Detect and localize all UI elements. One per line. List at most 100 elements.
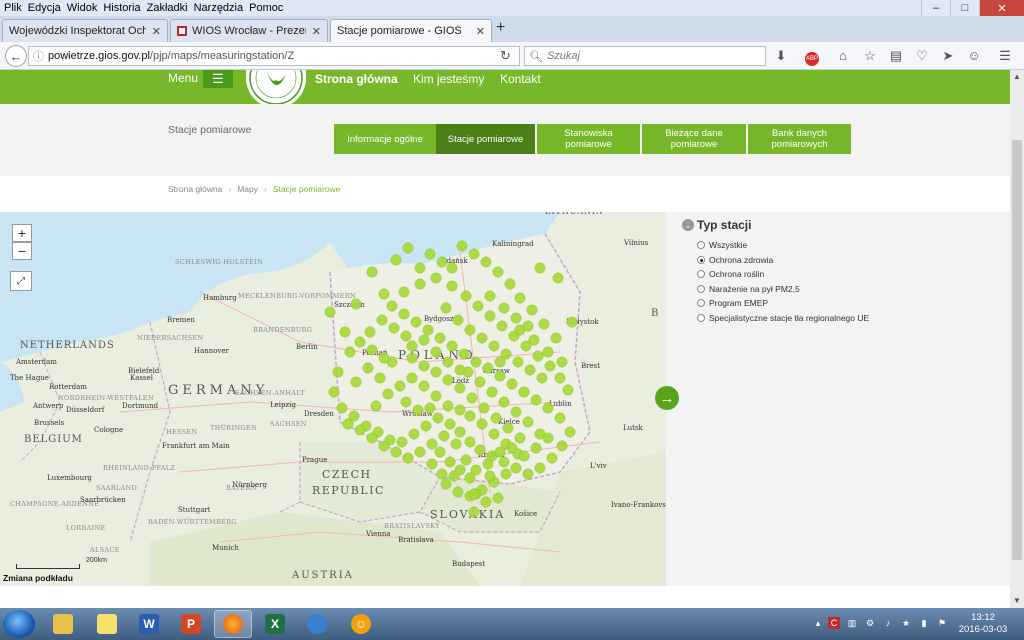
scroll-down-icon[interactable]: ▼: [1010, 594, 1024, 608]
scroll-up-icon[interactable]: ▲: [1010, 70, 1024, 84]
station-marker[interactable]: [398, 286, 410, 298]
station-marker[interactable]: [430, 366, 442, 378]
radio-button[interactable]: [697, 299, 705, 307]
menu-plik[interactable]: Plik: [4, 0, 22, 16]
station-marker[interactable]: [366, 432, 378, 444]
station-marker[interactable]: [414, 278, 426, 290]
station-marker[interactable]: [526, 304, 538, 316]
station-marker[interactable]: [522, 416, 534, 428]
bookmarks-list-icon[interactable]: ▤: [887, 48, 905, 64]
station-marker[interactable]: [418, 360, 430, 372]
station-marker[interactable]: [542, 346, 554, 358]
station-marker[interactable]: [402, 242, 414, 254]
station-marker[interactable]: [498, 456, 510, 468]
station-marker[interactable]: [410, 316, 422, 328]
station-marker[interactable]: [562, 384, 574, 396]
tab-close-icon[interactable]: ✕: [312, 25, 321, 38]
station-marker[interactable]: [454, 426, 466, 438]
station-marker[interactable]: [450, 438, 462, 450]
station-marker[interactable]: [544, 360, 556, 372]
station-marker[interactable]: [460, 454, 472, 466]
taskbar-outlook[interactable]: [298, 610, 336, 638]
tab-close-icon[interactable]: ✕: [476, 25, 485, 38]
breadcrumb-home[interactable]: Strona główna: [168, 184, 222, 194]
nav-kim-jestesmy[interactable]: Kim jesteśmy: [413, 72, 484, 86]
subtab-bank-danych[interactable]: Bank danych pomiarowych: [748, 124, 851, 154]
station-marker[interactable]: [382, 388, 394, 400]
station-marker[interactable]: [436, 256, 448, 268]
station-marker[interactable]: [492, 266, 504, 278]
station-marker[interactable]: [542, 402, 554, 414]
station-marker[interactable]: [464, 436, 476, 448]
station-marker[interactable]: [556, 356, 568, 368]
station-marker[interactable]: [566, 316, 578, 328]
nav-strona-glowna[interactable]: Strona główna: [315, 72, 398, 86]
subtab-biezace-dane[interactable]: Bieżące dane pomiarowe: [642, 124, 746, 154]
close-window-button[interactable]: ✕: [979, 0, 1024, 16]
station-marker[interactable]: [440, 302, 452, 314]
station-marker[interactable]: [454, 364, 466, 376]
station-marker[interactable]: [458, 348, 470, 360]
station-type-option[interactable]: Program EMEP: [697, 298, 768, 308]
station-marker[interactable]: [488, 340, 500, 352]
taskbar-clock[interactable]: 13:12 2016-03-03: [958, 612, 1008, 636]
station-marker[interactable]: [486, 386, 498, 398]
station-marker[interactable]: [468, 488, 480, 500]
station-marker[interactable]: [484, 290, 496, 302]
station-marker[interactable]: [554, 372, 566, 384]
station-marker[interactable]: [328, 386, 340, 398]
station-marker[interactable]: [542, 432, 554, 444]
tab-stacje-pomiarowe[interactable]: Stacje pomiarowe - GIOŚ ✕: [330, 19, 492, 42]
subtab-informacje-ogolne[interactable]: Informacje ogólne: [334, 124, 436, 154]
station-marker[interactable]: [506, 378, 518, 390]
chat-icon[interactable]: ☺: [965, 48, 983, 64]
collapse-chevron-icon[interactable]: ⌄: [682, 219, 694, 231]
station-marker[interactable]: [434, 332, 446, 344]
station-marker[interactable]: [364, 326, 376, 338]
station-marker[interactable]: [442, 400, 454, 412]
station-marker[interactable]: [366, 344, 378, 356]
station-marker[interactable]: [468, 248, 480, 260]
next-arrow-button[interactable]: →: [655, 386, 679, 410]
taskbar-app[interactable]: ☺: [342, 610, 380, 638]
station-marker[interactable]: [354, 336, 366, 348]
station-marker[interactable]: [552, 272, 564, 284]
adblock-icon[interactable]: ABP: [800, 48, 824, 66]
station-marker[interactable]: [464, 410, 476, 422]
station-type-option[interactable]: Wszystkie: [697, 240, 747, 250]
tray-volume-icon[interactable]: ♪: [882, 617, 894, 629]
station-marker[interactable]: [530, 394, 542, 406]
station-marker[interactable]: [324, 306, 336, 318]
station-marker[interactable]: [522, 468, 534, 480]
station-marker[interactable]: [482, 458, 494, 470]
station-marker[interactable]: [480, 256, 492, 268]
tray-settings-icon[interactable]: ⚙: [864, 617, 876, 629]
station-marker[interactable]: [378, 440, 390, 452]
station-marker[interactable]: [514, 292, 526, 304]
station-marker[interactable]: [432, 412, 444, 424]
station-marker[interactable]: [396, 436, 408, 448]
breadcrumb-maps[interactable]: Mapy: [237, 184, 258, 194]
station-marker[interactable]: [420, 420, 432, 432]
station-marker[interactable]: [476, 418, 488, 430]
station-marker[interactable]: [510, 462, 522, 474]
station-marker[interactable]: [344, 346, 356, 358]
menu-widok[interactable]: Widok: [67, 0, 98, 16]
fullscreen-button[interactable]: ⤢: [10, 271, 32, 291]
station-marker[interactable]: [468, 506, 480, 518]
station-marker[interactable]: [546, 452, 558, 464]
station-marker[interactable]: [480, 496, 492, 508]
station-marker[interactable]: [424, 402, 436, 414]
station-marker[interactable]: [400, 396, 412, 408]
station-marker[interactable]: [332, 366, 344, 378]
station-marker[interactable]: [422, 324, 434, 336]
station-marker[interactable]: [390, 254, 402, 266]
station-marker[interactable]: [494, 356, 506, 368]
site-info-icon[interactable]: ⓘ: [33, 48, 44, 64]
start-button[interactable]: [3, 610, 35, 638]
zoom-in-button[interactable]: +: [12, 224, 32, 242]
subtab-stanowiska-pomiarowe[interactable]: Stanowiska pomiarowe: [537, 124, 640, 154]
station-marker[interactable]: [339, 326, 351, 338]
station-marker[interactable]: [564, 426, 576, 438]
station-marker[interactable]: [440, 478, 452, 490]
